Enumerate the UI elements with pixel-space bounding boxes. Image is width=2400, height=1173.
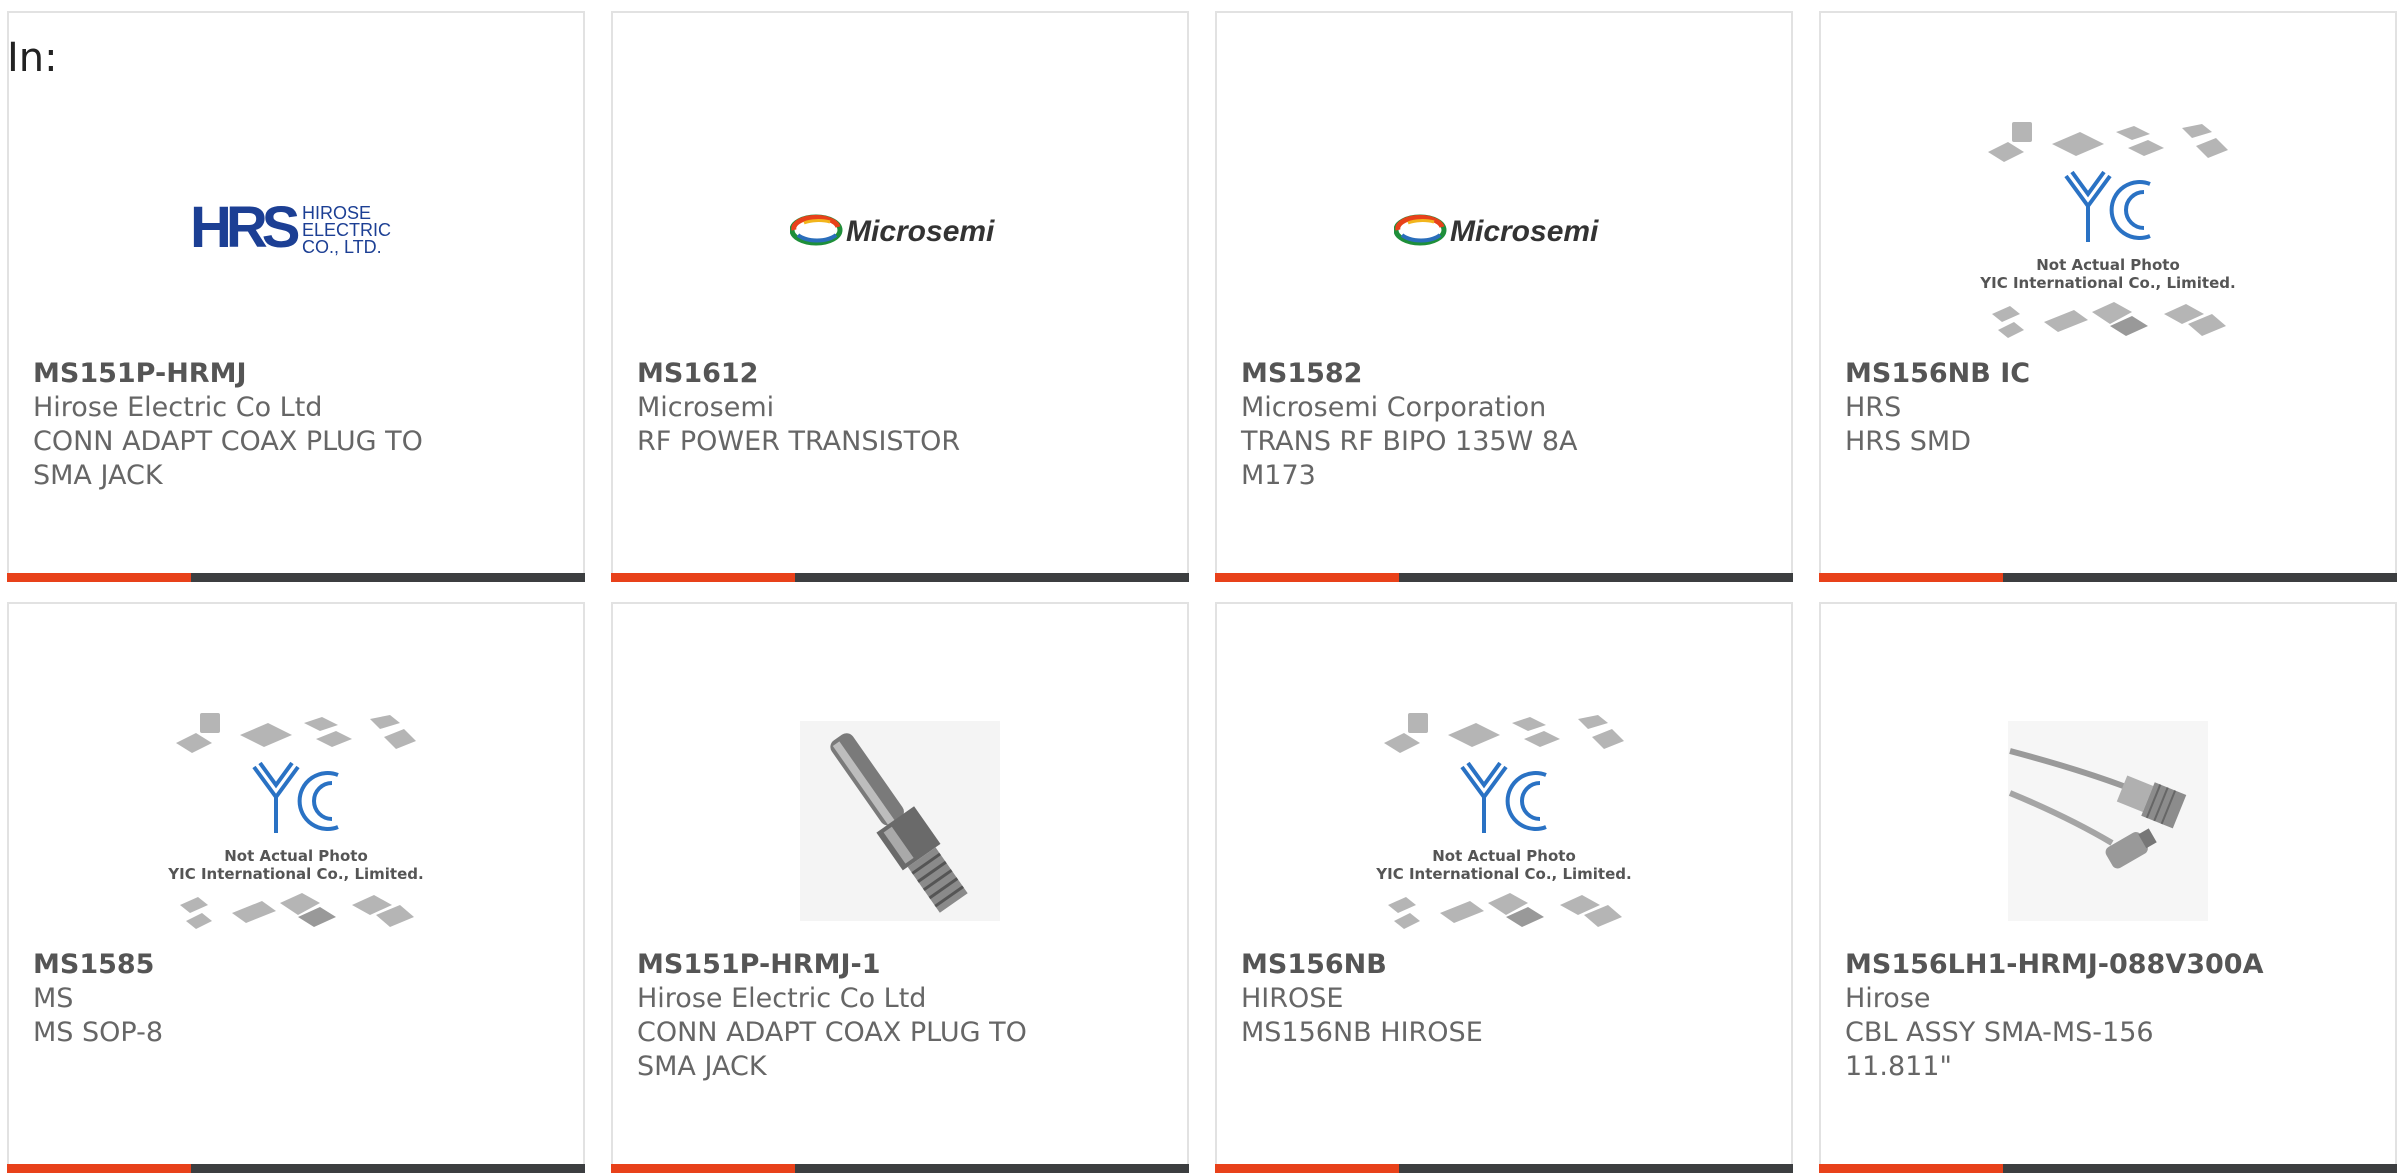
product-grid: In: HRS HIROSE ELECTRIC CO., LTD. MS151P… <box>0 0 2400 1173</box>
placeholder-note: Not Actual Photo <box>1432 847 1576 865</box>
manufacturer: Microsemi Corporation <box>1241 392 1547 423</box>
part-number[interactable]: MS1582 <box>1241 357 1771 391</box>
hirose-logo: HRS HIROSE ELECTRIC CO., LTD. <box>190 195 391 260</box>
description: CONN ADAPT COAX PLUG TO SMA JACK <box>33 426 423 491</box>
description: RF POWER TRANSISTOR <box>637 426 961 457</box>
product-card[interactable]: MS156LH1-HRMJ-088V300A Hirose CBL ASSY S… <box>1819 602 2397 1173</box>
manufacturer: HIROSE <box>1241 983 1344 1014</box>
product-card[interactable]: Microsemi MS1582 Microsemi Corporation T… <box>1215 11 1793 582</box>
placeholder-note: Not Actual Photo <box>2036 256 2180 274</box>
placeholder-company: YIC International Co., Limited. <box>1375 865 1631 883</box>
logo-line: CO., LTD. <box>302 237 382 257</box>
manufacturer: Hirose Electric Co Ltd <box>637 983 927 1014</box>
hrs-mark: HRS <box>190 195 299 260</box>
card-bar <box>611 573 1189 582</box>
product-image[interactable]: Not Actual Photo YIC International Co., … <box>1821 105 2395 367</box>
product-image[interactable] <box>1821 690 2395 952</box>
yic-placeholder-image: Not Actual Photo YIC International Co., … <box>1375 713 1632 929</box>
product-image[interactable] <box>613 690 1187 952</box>
yic-placeholder-image: Not Actual Photo YIC International Co., … <box>1979 122 2236 338</box>
card-bar <box>1819 573 2397 582</box>
yic-placeholder-image: Not Actual Photo YIC International Co., … <box>167 713 424 929</box>
product-card[interactable]: Not Actual Photo YIC International Co., … <box>1819 11 2397 582</box>
description: CONN ADAPT COAX PLUG TO SMA JACK <box>637 1017 1027 1082</box>
microsemi-logo: Microsemi <box>790 214 995 248</box>
card-bar <box>1215 573 1793 582</box>
filter-label: In: <box>7 35 58 81</box>
coax-adapter-photo <box>800 721 1000 921</box>
logo-word: Microsemi <box>846 215 995 248</box>
part-number[interactable]: MS151P-HRMJ <box>33 357 563 391</box>
part-number[interactable]: MS156LH1-HRMJ-088V300A <box>1845 948 2375 982</box>
product-card[interactable]: MS151P-HRMJ-1 Hirose Electric Co Ltd CON… <box>611 602 1189 1173</box>
product-card[interactable]: Not Actual Photo YIC International Co., … <box>7 602 585 1173</box>
product-card[interactable]: Microsemi MS1612 Microsemi RF POWER TRAN… <box>611 11 1189 582</box>
part-number[interactable]: MS1612 <box>637 357 1167 391</box>
manufacturer: MS <box>33 983 74 1014</box>
product-image[interactable]: Microsemi <box>613 99 1187 361</box>
product-card[interactable]: HRS HIROSE ELECTRIC CO., LTD. MS151P-HRM… <box>7 11 585 582</box>
card-bar <box>7 573 585 582</box>
product-card[interactable]: Not Actual Photo YIC International Co., … <box>1215 602 1793 1173</box>
description: HRS SMD <box>1845 426 1972 457</box>
part-number[interactable]: MS156NB <box>1241 948 1771 982</box>
product-image[interactable]: Microsemi <box>1217 99 1791 361</box>
part-number[interactable]: MS156NB IC <box>1845 357 2375 391</box>
microsemi-logo: Microsemi <box>1394 214 1599 248</box>
description: CBL ASSY SMA-MS-156 11.811" <box>1845 1017 2154 1082</box>
product-image[interactable]: Not Actual Photo YIC International Co., … <box>9 696 583 958</box>
manufacturer: Hirose Electric Co Ltd <box>33 392 323 423</box>
placeholder-note: Not Actual Photo <box>224 847 368 865</box>
manufacturer: HRS <box>1845 392 1902 423</box>
logo-word: Microsemi <box>1450 215 1599 248</box>
part-number[interactable]: MS151P-HRMJ-1 <box>637 948 1167 982</box>
placeholder-company: YIC International Co., Limited. <box>1979 274 2235 292</box>
placeholder-company: YIC International Co., Limited. <box>167 865 423 883</box>
description: MS SOP-8 <box>33 1017 164 1048</box>
cable-assembly-photo <box>2008 721 2208 921</box>
product-image[interactable]: Not Actual Photo YIC International Co., … <box>1217 696 1791 958</box>
manufacturer: Microsemi <box>637 392 775 423</box>
product-image[interactable]: HRS HIROSE ELECTRIC CO., LTD. <box>9 99 583 361</box>
manufacturer: Hirose <box>1845 983 1931 1014</box>
description: TRANS RF BIPO 135W 8A M173 <box>1241 426 1578 491</box>
part-number[interactable]: MS1585 <box>33 948 563 982</box>
description: MS156NB HIROSE <box>1241 1017 1483 1048</box>
